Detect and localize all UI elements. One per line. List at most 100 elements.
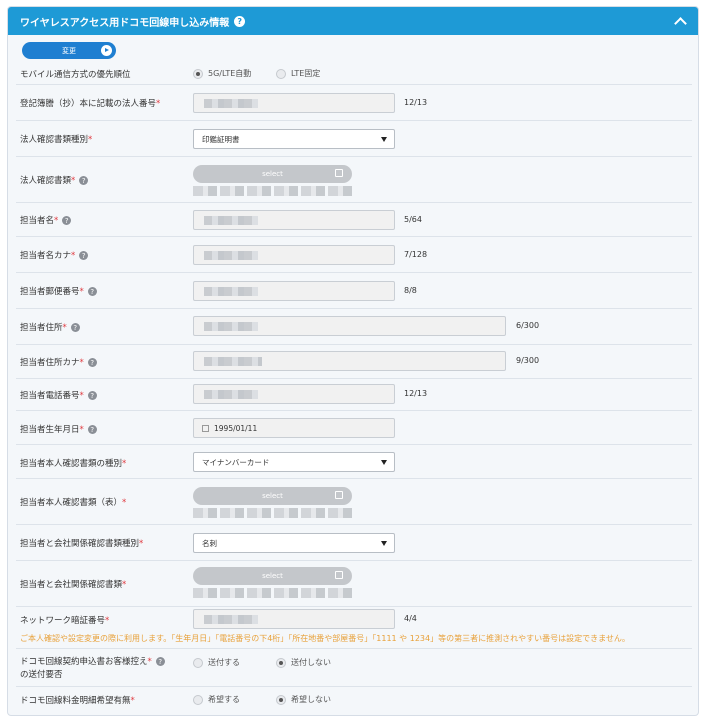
radio-label: LTE固定 [291, 69, 321, 78]
help-icon[interactable]: ? [234, 15, 246, 27]
network-pin-input[interactable] [193, 609, 395, 629]
birthday-input[interactable]: 1995/01/11 [193, 418, 395, 438]
row-corp-number: 登記簿謄（抄）本に記載の法人番号* 12/13 [16, 85, 692, 121]
row-address: 担当者住所*? 6/300 [16, 309, 692, 345]
select-value: 名刺 [202, 538, 217, 548]
radio-want[interactable]: 希望する [193, 694, 240, 705]
phone-input[interactable] [193, 384, 395, 404]
id-doc-type-select[interactable]: マイナンバーカード [193, 452, 395, 472]
label-priority: モバイル通信方式の優先順位 [20, 70, 131, 80]
panel-header[interactable]: ワイヤレスアクセス用ドコモ回線申し込み情報 ? [8, 7, 698, 35]
help-icon[interactable]: ? [87, 287, 97, 296]
radio-label: 希望する [208, 695, 240, 704]
row-id-doc-type: 担当者本人確認書類の種別* マイナンバーカード [16, 445, 692, 479]
corp-number-input[interactable] [193, 93, 395, 113]
label-relation-doc-type: 担当者と会社関係確認書類種別* [20, 539, 144, 549]
row-relation-doc-type: 担当者と会社関係確認書類種別* 名刺 [16, 525, 692, 561]
label-network-pin: ネットワーク暗証番号* [20, 616, 110, 626]
help-icon[interactable]: ? [155, 657, 165, 666]
row-copy-send: ドコモ回線契約申込書お客様控え*? の送付要否 送付する 送付しない [16, 649, 692, 687]
help-icon[interactable]: ? [70, 323, 80, 332]
id-doc-front-select-button[interactable]: select [193, 487, 352, 505]
char-count: 5/64 [404, 215, 422, 224]
select-value: マイナンバーカード [202, 457, 270, 467]
docomo-line-panel: ワイヤレスアクセス用ドコモ回線申し込み情報 ? 変更 モバイル通信方式の優先順位… [7, 6, 699, 716]
row-priority: モバイル通信方式の優先順位 5G/LTE自動 LTE固定 [16, 61, 692, 85]
row-person-name: 担当者名*? 5/64 [16, 203, 692, 237]
dropdown-arrow-icon [381, 137, 387, 142]
radio-circle [193, 68, 203, 79]
radio-label: 送付しない [291, 658, 331, 667]
label-zip: 担当者郵便番号*? [20, 285, 97, 297]
row-phone: 担当者電話番号*? 12/13 [16, 379, 692, 411]
uploaded-thumbnails [193, 588, 353, 598]
radio-5g-lte[interactable]: 5G/LTE自動 [193, 68, 251, 79]
select-label: select [262, 170, 283, 178]
row-birthday: 担当者生年月日*? 1995/01/11 [16, 411, 692, 445]
row-person-kana: 担当者名カナ*? 7/128 [16, 237, 692, 273]
select-label: select [262, 572, 283, 580]
label-address: 担当者住所*? [20, 321, 80, 333]
person-kana-input[interactable] [193, 245, 395, 265]
corp-doc-type-select[interactable]: 印鑑証明書 [193, 129, 395, 149]
row-corp-doc: 法人確認書類*? select [16, 157, 692, 203]
relation-doc-select-button[interactable]: select [193, 567, 352, 585]
radio-not-want[interactable]: 希望しない [276, 694, 331, 705]
radio-no-send[interactable]: 送付しない [276, 657, 331, 668]
label-corp-doc: 法人確認書類*? [20, 174, 89, 186]
external-link-icon [335, 571, 343, 579]
relation-doc-type-select[interactable]: 名刺 [193, 533, 395, 553]
select-value: 印鑑証明書 [202, 134, 240, 144]
dropdown-arrow-icon [381, 541, 387, 546]
row-relation-doc: 担当者と会社関係確認書類* select [16, 561, 692, 607]
address-kana-input[interactable] [193, 351, 506, 371]
char-count: 7/128 [404, 250, 428, 259]
panel-title: ワイヤレスアクセス用ドコモ回線申し込み情報 [20, 17, 230, 29]
label-corp-number: 登記簿謄（抄）本に記載の法人番号* [20, 99, 161, 109]
zip-input[interactable] [193, 281, 395, 301]
label-detail-bill: ドコモ回線料金明細希望有無* [20, 696, 135, 706]
external-link-icon [335, 169, 343, 177]
radio-send[interactable]: 送付する [193, 657, 240, 668]
char-count: 12/13 [404, 98, 428, 107]
radio-label: 希望しない [291, 695, 331, 704]
calendar-icon [202, 424, 209, 432]
radio-label: 5G/LTE自動 [208, 69, 252, 78]
help-icon[interactable]: ? [79, 176, 89, 185]
label-phone: 担当者電話番号*? [20, 389, 97, 401]
label-copy-send: ドコモ回線契約申込書お客様控え*? [20, 655, 165, 667]
address-input[interactable] [193, 316, 506, 336]
help-icon[interactable]: ? [87, 358, 97, 367]
help-icon[interactable]: ? [79, 251, 89, 260]
pin-warning-text: ご本人確認や設定変更の際に利用します。「生年月日」「電話番号の下4桁」「所在地番… [20, 634, 630, 643]
radio-circle [276, 68, 286, 79]
help-icon[interactable]: ? [62, 216, 72, 225]
dropdown-arrow-icon [381, 460, 387, 465]
help-icon[interactable]: ? [87, 425, 97, 434]
uploaded-thumbnails [193, 508, 353, 518]
radio-label: 送付する [208, 658, 240, 667]
person-name-input[interactable] [193, 210, 395, 230]
row-zip: 担当者郵便番号*? 8/8 [16, 273, 692, 309]
row-detail-bill: ドコモ回線料金明細希望有無* 希望する 希望しない [16, 687, 692, 715]
collapse-chevron-icon[interactable] [674, 15, 686, 27]
label-id-doc-type: 担当者本人確認書類の種別* [20, 459, 127, 469]
char-count: 9/300 [516, 356, 540, 365]
radio-circle [276, 657, 286, 668]
row-corp-doc-type: 法人確認書類種別* 印鑑証明書 [16, 121, 692, 157]
radio-circle [276, 694, 286, 705]
char-count: 12/13 [404, 389, 428, 398]
label-relation-doc: 担当者と会社関係確認書類* [20, 580, 127, 590]
label-birthday: 担当者生年月日*? [20, 423, 97, 435]
corp-doc-select-button[interactable]: select [193, 165, 352, 183]
radio-circle [193, 657, 203, 668]
change-button[interactable]: 変更 [22, 42, 116, 59]
external-link-icon [335, 491, 343, 499]
radio-lte-only[interactable]: LTE固定 [276, 68, 320, 79]
row-address-kana: 担当者住所カナ*? 9/300 [16, 345, 692, 379]
change-button-label: 変更 [62, 46, 76, 55]
help-icon[interactable]: ? [87, 391, 97, 400]
radio-circle [193, 694, 203, 705]
char-count: 8/8 [404, 286, 417, 295]
row-id-doc-front: 担当者本人確認書類（表）* select [16, 479, 692, 525]
